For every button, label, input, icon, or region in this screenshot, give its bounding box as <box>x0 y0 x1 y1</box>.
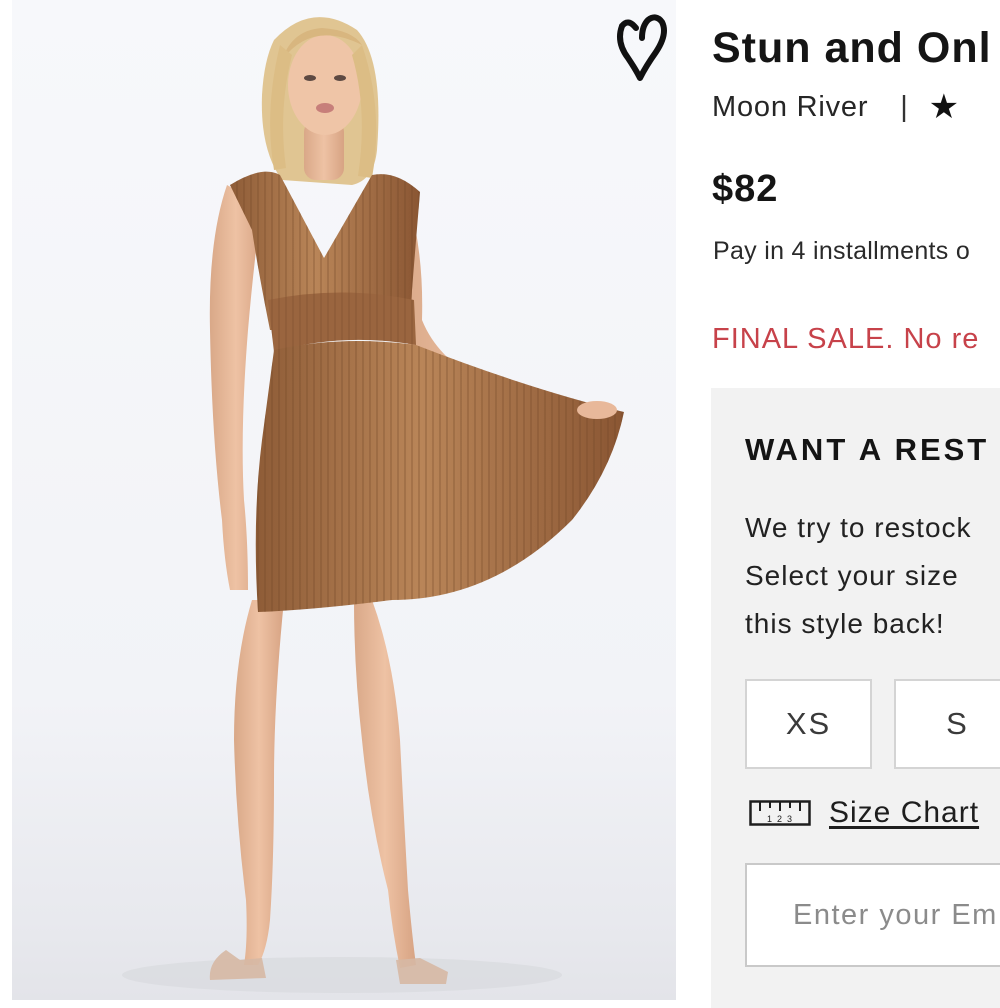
restock-text-line: this style back! <box>745 608 945 639</box>
size-option-xs[interactable]: XS <box>745 679 872 769</box>
restock-text-line: We try to restock <box>745 512 972 543</box>
size-chart-label[interactable]: Size Chart <box>829 796 979 830</box>
final-sale-notice: FINAL SALE. No re <box>712 323 980 355</box>
restock-description: We try to restock Select your size this … <box>745 504 1000 648</box>
brand-name[interactable]: Moon River <box>712 91 868 124</box>
ruler-icon: 1 2 3 <box>749 800 811 826</box>
size-option-s[interactable]: S <box>894 679 1000 769</box>
restock-text-line: Select your size <box>745 560 959 591</box>
restock-heading: WANT A REST <box>745 432 990 467</box>
wishlist-heart-icon[interactable] <box>612 12 672 84</box>
svg-text:2: 2 <box>777 814 782 824</box>
star-icon[interactable]: ★ <box>929 90 960 124</box>
separator: | <box>900 90 909 123</box>
restock-panel: WANT A REST We try to restock Select you… <box>711 388 1000 1008</box>
model-illustration <box>122 17 624 993</box>
svg-text:3: 3 <box>787 814 792 824</box>
product-price: $82 <box>712 168 779 210</box>
svg-text:1: 1 <box>767 814 772 824</box>
size-chart-link[interactable]: 1 2 3 Size Chart <box>749 796 979 830</box>
product-title: Stun and Onl <box>712 24 992 72</box>
installments-text: Pay in 4 installments o <box>713 237 971 265</box>
product-photo[interactable] <box>12 0 676 1000</box>
brand-rating-row: Moon River | ★ <box>712 90 960 124</box>
email-field[interactable] <box>745 863 1000 967</box>
